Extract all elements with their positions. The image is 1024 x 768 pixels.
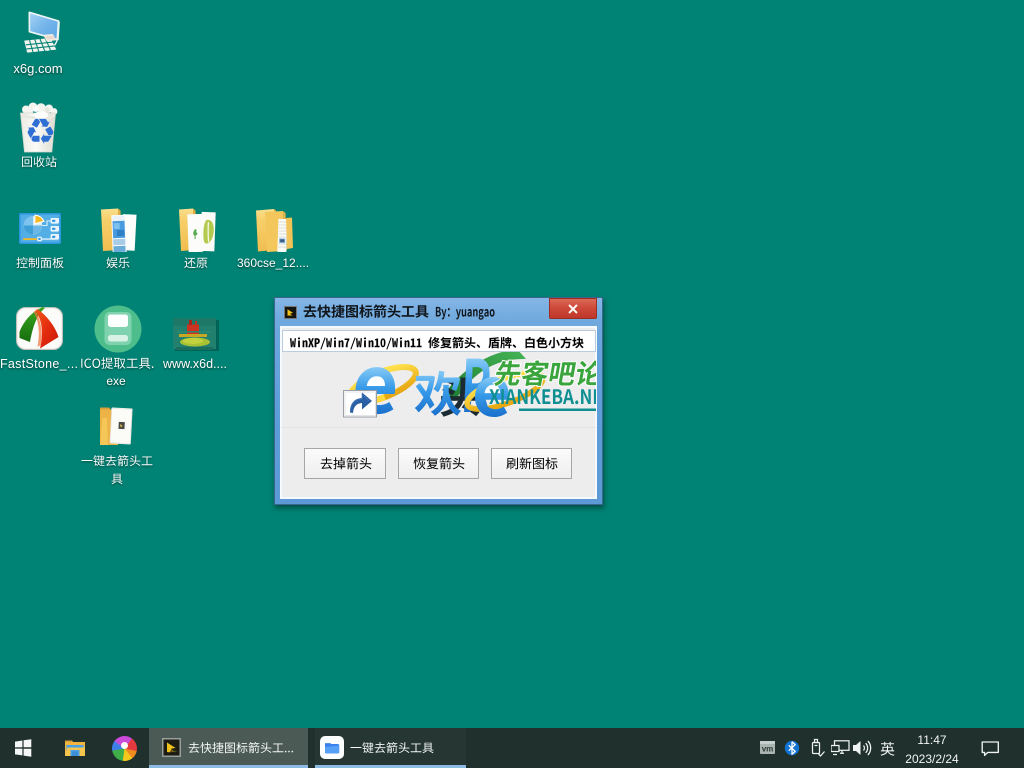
- svg-text:vm: vm: [762, 745, 774, 754]
